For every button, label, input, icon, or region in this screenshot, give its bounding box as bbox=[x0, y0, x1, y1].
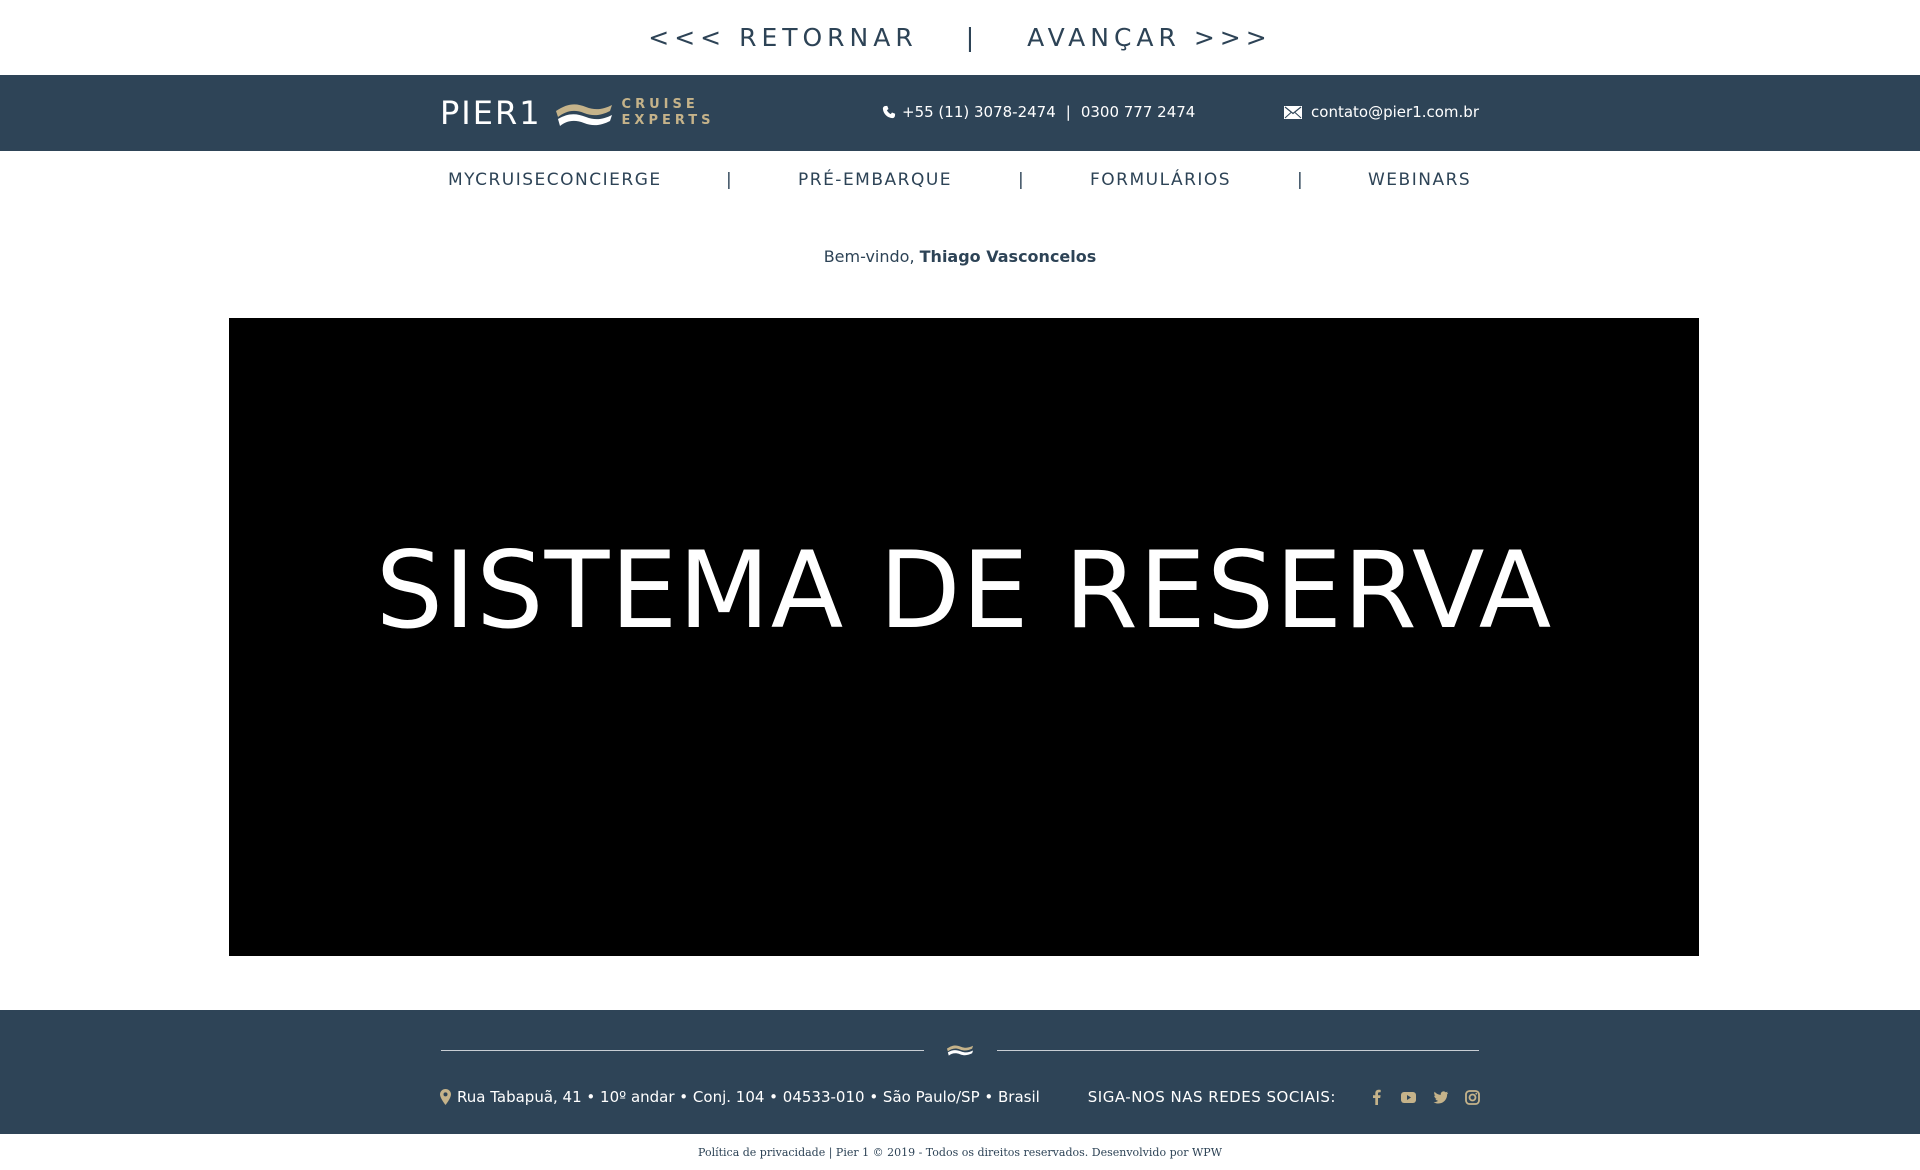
logo-tagline-experts: EXPERTS bbox=[621, 113, 715, 128]
wave-flag-icon bbox=[555, 104, 612, 126]
user-name: Thiago Vasconcelos bbox=[919, 247, 1097, 266]
welcome-prefix: Bem-vindo, bbox=[823, 247, 915, 266]
pager-separator: | bbox=[965, 22, 980, 52]
nav-item-pre-embarque[interactable]: PRÉ-EMBARQUE bbox=[798, 170, 952, 190]
youtube-icon[interactable] bbox=[1400, 1089, 1416, 1105]
footer: Rua Tabapuã, 41 • 10º andar • Conj. 104 … bbox=[0, 1010, 1920, 1134]
email-address: contato@pier1.com.br bbox=[1311, 103, 1479, 121]
social-label: SIGA-NOS NAS REDES SOCIAIS: bbox=[1087, 1088, 1336, 1106]
social-links: SIGA-NOS NAS REDES SOCIAIS: bbox=[1088, 1088, 1480, 1106]
contact-email[interactable]: contato@pier1.com.br bbox=[1284, 103, 1479, 121]
phone-number-1[interactable]: +55 (11) 3078-2474 bbox=[902, 103, 1056, 121]
main-nav: MYCRUISECONCIERGE | PRÉ-EMBARQUE | FORMU… bbox=[0, 152, 1920, 212]
footer-divider-left bbox=[441, 1050, 924, 1051]
nav-item-webinars[interactable]: WEBINARS bbox=[1368, 170, 1471, 190]
back-link[interactable]: <<< RETORNAR bbox=[648, 23, 917, 52]
logo-tagline-cruise: CRUISE bbox=[621, 97, 699, 112]
wave-flag-icon bbox=[946, 1045, 974, 1056]
facebook-icon[interactable] bbox=[1368, 1089, 1384, 1105]
footer-divider-right bbox=[997, 1050, 1479, 1051]
nav-separator: | bbox=[1018, 170, 1024, 190]
pager-nav: <<< RETORNAR | AVANÇAR >>> bbox=[0, 0, 1920, 74]
header-bar: PIER1 CRUISE EXPERTS +55 (11) 3078-2474 … bbox=[0, 75, 1920, 151]
hero-banner[interactable]: SISTEMA DE RESERVA bbox=[229, 318, 1699, 956]
address-text: Rua Tabapuã, 41 • 10º andar • Conj. 104 … bbox=[457, 1088, 1040, 1106]
twitter-icon[interactable] bbox=[1432, 1089, 1448, 1105]
contact-phones: +55 (11) 3078-2474 | 0300 777 2474 bbox=[882, 103, 1195, 121]
welcome-message: Bem-vindo, Thiago Vasconcelos bbox=[0, 247, 1920, 266]
phone-icon bbox=[882, 105, 896, 119]
map-pin-icon bbox=[440, 1089, 451, 1105]
nav-separator: | bbox=[1297, 170, 1303, 190]
logo-tagline: CRUISE EXPERTS bbox=[622, 97, 715, 129]
pier1-logo[interactable]: PIER1 CRUISE EXPERTS bbox=[440, 95, 715, 131]
nav-item-mycruiseconcierge[interactable]: MYCRUISECONCIERGE bbox=[448, 170, 662, 190]
nav-separator: | bbox=[726, 170, 732, 190]
mail-icon bbox=[1284, 105, 1303, 119]
nav-item-formularios[interactable]: FORMULÁRIOS bbox=[1090, 170, 1231, 190]
footer-address: Rua Tabapuã, 41 • 10º andar • Conj. 104 … bbox=[440, 1088, 1040, 1106]
phone-separator: | bbox=[1065, 103, 1071, 121]
forward-link[interactable]: AVANÇAR >>> bbox=[1027, 23, 1272, 52]
instagram-icon[interactable] bbox=[1464, 1089, 1480, 1105]
copyright-notice: Política de privacidade | Pier 1 © 2019 … bbox=[697, 1146, 1223, 1159]
banner-title: SISTEMA DE RESERVA bbox=[375, 529, 1553, 652]
phone-number-2[interactable]: 0300 777 2474 bbox=[1081, 103, 1196, 121]
logo-wordmark: PIER1 bbox=[440, 94, 542, 132]
